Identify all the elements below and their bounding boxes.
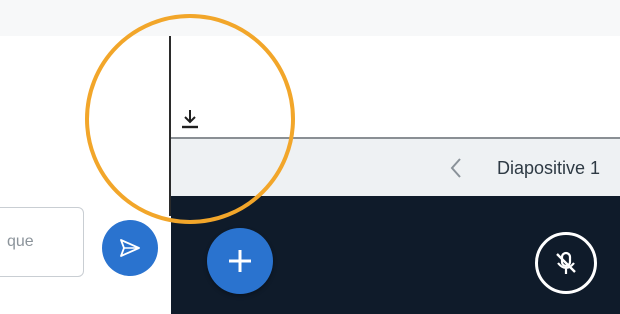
download-icon[interactable] xyxy=(179,108,201,130)
chat-message-input[interactable] xyxy=(0,207,84,277)
top-band xyxy=(0,0,620,36)
add-button[interactable] xyxy=(207,228,273,294)
send-button[interactable] xyxy=(102,220,158,276)
send-icon xyxy=(120,239,140,257)
mute-button[interactable] xyxy=(535,232,597,294)
microphone-muted-icon xyxy=(556,251,576,274)
chevron-left-icon[interactable] xyxy=(447,156,465,180)
plus-icon xyxy=(229,250,251,272)
slide-title: Diapositive 1 xyxy=(497,158,601,178)
